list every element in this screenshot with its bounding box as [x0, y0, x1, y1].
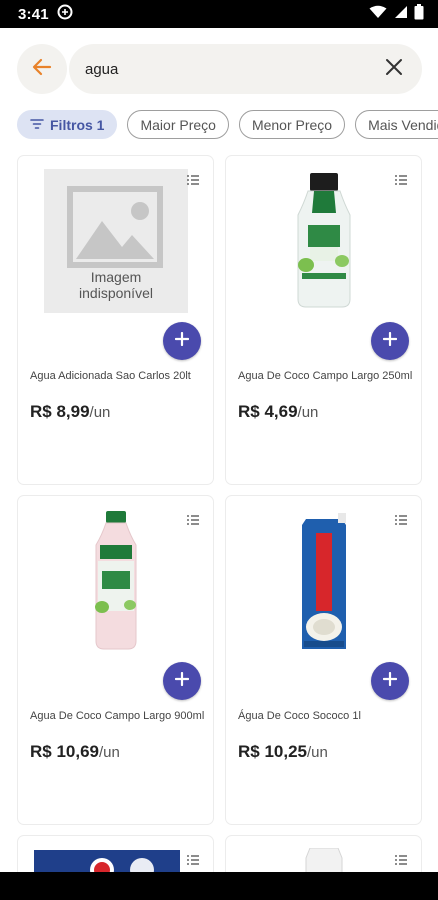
signal-icon	[393, 5, 408, 24]
chip-filters[interactable]: Filtros 1	[17, 110, 118, 139]
status-bar: 3:41	[0, 0, 438, 28]
status-left: 3:41	[18, 4, 73, 25]
price-unit: /un	[99, 744, 120, 761]
filter-chips: Filtros 1 Maior Preço Menor Preço Mais V…	[17, 110, 438, 140]
plus-icon	[382, 671, 398, 691]
list-icon[interactable]	[395, 852, 407, 870]
list-icon[interactable]	[395, 172, 407, 190]
product-card[interactable]: Água De Coco Sococo 1l R$ 10,25/un	[225, 495, 422, 825]
price-amount: R$ 10,69	[30, 742, 99, 761]
add-to-cart-button[interactable]	[371, 322, 409, 360]
chip-lowest-price[interactable]: Menor Preço	[238, 110, 346, 139]
search-row: agua	[17, 44, 422, 94]
image-unavailable-placeholder: Imagem indisponível	[44, 169, 188, 313]
clear-search-button[interactable]	[380, 55, 408, 83]
product-price: R$ 8,99/un	[30, 402, 110, 422]
large-coconut-water-bottle	[95, 511, 137, 650]
list-icon[interactable]	[187, 852, 199, 870]
circle-app-icon	[57, 4, 73, 25]
product-image	[240, 166, 408, 316]
arrow-left-icon	[31, 56, 53, 83]
add-to-cart-button[interactable]	[163, 322, 201, 360]
battery-icon	[414, 3, 424, 25]
price-amount: R$ 10,25	[238, 742, 307, 761]
wifi-icon	[369, 5, 387, 24]
price-amount: R$ 8,99	[30, 402, 90, 421]
placeholder-text-2: indisponível	[79, 285, 153, 301]
add-to-cart-button[interactable]	[163, 662, 201, 700]
product-name: Água De Coco Sococo 1l	[238, 710, 361, 722]
price-unit: /un	[297, 404, 319, 421]
chip-best-sellers[interactable]: Mais Vendidos	[355, 110, 438, 139]
chip-highest-price-label: Maior Preço	[140, 116, 216, 133]
navigation-bar	[0, 872, 438, 900]
status-right	[369, 3, 424, 25]
product-name: Agua De Coco Campo Largo 900ml	[30, 710, 205, 722]
product-card[interactable]: Agua De Coco Campo Largo 900ml R$ 10,69/…	[17, 495, 214, 825]
chip-highest-price[interactable]: Maior Preço	[127, 110, 229, 139]
price-amount: R$ 4,69	[238, 402, 298, 421]
product-image	[32, 506, 200, 656]
product-image	[240, 506, 408, 656]
product-name: Agua Adicionada Sao Carlos 20lt	[30, 370, 191, 382]
product-price: R$ 4,69/un	[238, 402, 318, 422]
list-icon[interactable]	[395, 512, 407, 530]
chip-best-sellers-label: Mais Vendidos	[368, 116, 438, 133]
back-button[interactable]	[17, 44, 67, 94]
product-card[interactable]: Imagem indisponível Agua Adicionada Sao …	[17, 155, 214, 485]
product-card[interactable]: Agua De Coco Campo Largo 250ml R$ 4,69/u…	[225, 155, 422, 485]
plus-icon	[382, 331, 398, 351]
add-to-cart-button[interactable]	[371, 662, 409, 700]
list-icon[interactable]	[187, 512, 199, 530]
list-icon[interactable]	[187, 172, 199, 190]
product-image: Imagem indisponível	[32, 166, 200, 316]
chip-lowest-price-label: Menor Preço	[251, 116, 333, 133]
search-query[interactable]: agua	[85, 61, 380, 78]
plus-icon	[174, 331, 190, 351]
price-unit: /un	[307, 744, 328, 761]
filter-icon	[30, 117, 44, 133]
chip-filters-label: Filtros 1	[50, 116, 105, 133]
product-price: R$ 10,69/un	[30, 742, 120, 762]
price-unit: /un	[89, 404, 111, 421]
status-time: 3:41	[18, 5, 49, 23]
sococo-carton	[302, 513, 346, 649]
search-input[interactable]: agua	[69, 44, 422, 94]
small-coconut-water-bottle	[297, 173, 351, 308]
close-icon	[385, 58, 403, 81]
plus-icon	[174, 671, 190, 691]
placeholder-text-1: Imagem	[91, 269, 142, 285]
product-name: Agua De Coco Campo Largo 250ml	[238, 370, 413, 382]
product-price: R$ 10,25/un	[238, 742, 328, 762]
